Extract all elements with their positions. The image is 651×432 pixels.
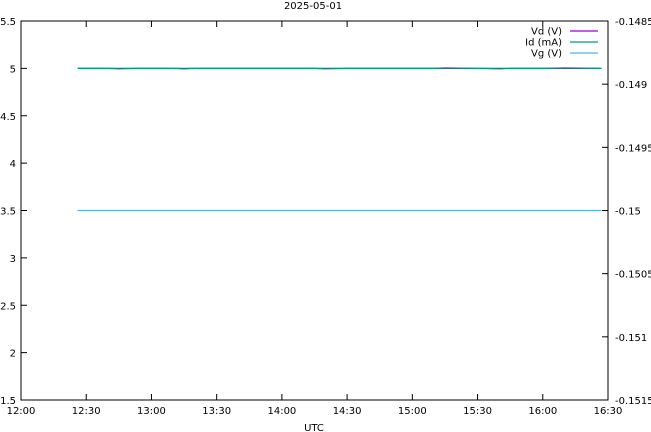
- y-tick-label: 3.5: [0, 207, 16, 218]
- x-tick-label: 12:30: [72, 406, 101, 417]
- y2-tick-label: -0.1495: [615, 143, 651, 154]
- y-tick-label: 2: [10, 349, 16, 360]
- x-tick-label: 15:30: [463, 406, 492, 417]
- x-tick-label: 12:00: [7, 406, 36, 417]
- y-tick-label: 2.5: [0, 301, 16, 312]
- y2-tick-label: -0.151: [615, 333, 647, 344]
- y-axis-right: -0.1515 -0.151 -0.1505 -0.15 -0.1495 -0.149 -0…: [602, 17, 651, 407]
- y2-tick-label: -0.1485: [615, 17, 651, 28]
- x-tick-label: 13:30: [202, 406, 231, 417]
- y-tick-label: 5: [10, 64, 16, 75]
- y-tick-label: 1.5: [0, 396, 16, 407]
- legend-label-vg-v: Vg (V): [531, 49, 562, 60]
- x-tick-label: 16:00: [528, 406, 557, 417]
- x-tick-label: 16:30: [594, 406, 623, 417]
- chart: 2025-05-01 12:00 12:30 13:00 13:30 14:00 14:3…: [0, 1, 651, 432]
- y-axis-left: 1.5 2 2.5 3 3.5 4 4.5 5 5.5: [0, 17, 27, 407]
- y2-tick-label: -0.1505: [615, 270, 651, 281]
- x-tick-label: 14:00: [267, 406, 296, 417]
- x-tick-label: 14:30: [333, 406, 362, 417]
- chart-title: 2025-05-01: [284, 1, 342, 12]
- y2-tick-label: -0.149: [615, 80, 647, 91]
- x-tick-label: 13:00: [137, 406, 166, 417]
- x-axis: 12:00 12:30 13:00 13:30 14:00 14:30 15:00 15:30…: [7, 21, 623, 417]
- legend-label-id-ma: Id (mA): [525, 38, 562, 49]
- y2-tick-label: -0.1515: [615, 396, 651, 407]
- series-layer: [77, 67, 602, 212]
- y-tick-label: 4: [10, 159, 16, 170]
- y-tick-label: 4.5: [0, 112, 16, 123]
- legend: Vd (V)Id (mA)Vg (V): [525, 27, 598, 60]
- y2-tick-label: -0.15: [615, 207, 641, 218]
- x-axis-label: UTC: [304, 423, 324, 432]
- series-line-id-ma: [77, 67, 602, 70]
- y-tick-label: 3: [10, 254, 16, 265]
- legend-label-vd-v: Vd (V): [531, 27, 562, 38]
- x-tick-label: 15:00: [398, 406, 427, 417]
- y-tick-label: 5.5: [0, 17, 16, 28]
